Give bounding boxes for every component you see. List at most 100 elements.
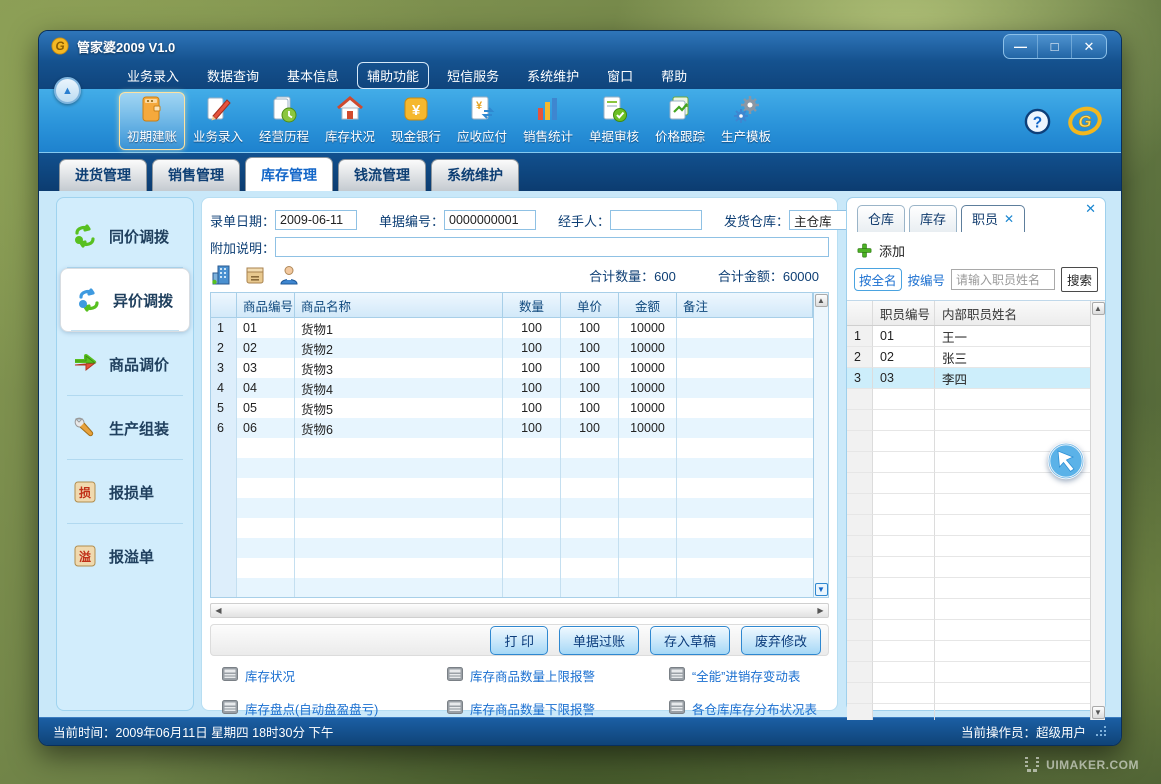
side-same-price-transfer[interactable]: 同价调拨 xyxy=(57,204,193,268)
tool-stock-status[interactable]: 库存状况 xyxy=(317,92,383,150)
tab-sales[interactable]: 销售管理 xyxy=(152,159,240,191)
row-number xyxy=(211,558,237,578)
cell: 01 xyxy=(873,326,935,347)
employee-row xyxy=(847,704,1090,720)
search-by-name-button[interactable]: 按全名 xyxy=(854,268,902,291)
side-overflow-report[interactable]: 溢报溢单 xyxy=(57,524,193,588)
tab-inventory[interactable]: 库存管理 xyxy=(245,157,333,191)
scroll-down-icon[interactable]: ▼ xyxy=(815,583,828,596)
brand-logo-icon: G xyxy=(1067,106,1103,136)
employee-search-input[interactable] xyxy=(951,269,1055,290)
tool-initial-setup[interactable]: 初期建账 xyxy=(119,92,185,150)
menu-business-entry[interactable]: 业务录入 xyxy=(117,62,189,89)
table-row[interactable]: 404货物410010010000 xyxy=(211,378,813,398)
tool-business-entry[interactable]: 业务录入 xyxy=(185,92,251,150)
link-lower-limit-alert[interactable]: 库存商品数量下限报警 xyxy=(447,699,669,718)
resize-grip-icon[interactable] xyxy=(1096,726,1107,737)
employee-row[interactable]: 303李四 xyxy=(847,368,1090,389)
tool-history[interactable]: 经营历程 xyxy=(251,92,317,150)
tab-purchase[interactable]: 进货管理 xyxy=(59,159,147,191)
cell: 05 xyxy=(237,398,295,418)
employee-row[interactable]: 202张三 xyxy=(847,347,1090,368)
column-header: 内部职员姓名 xyxy=(935,301,1090,325)
handler-field[interactable] xyxy=(610,210,702,230)
close-button[interactable]: ✕ xyxy=(1072,35,1106,58)
tab-maintain[interactable]: 系统维护 xyxy=(431,159,519,191)
cell xyxy=(561,438,619,458)
side-assembly[interactable]: 生产组装 xyxy=(57,396,193,460)
post-document-button[interactable]: 单据过账 xyxy=(559,626,639,655)
table-row[interactable]: 101货物110010010000 xyxy=(211,318,813,338)
tool-sales-stats[interactable]: 销售统计 xyxy=(515,92,581,150)
current-operator: 当前操作员：超级用户 xyxy=(961,722,1086,741)
menu-auxiliary[interactable]: 辅助功能 xyxy=(357,62,429,89)
menu-sms-service[interactable]: 短信服务 xyxy=(437,62,509,89)
scroll-left-icon[interactable]: ◀ xyxy=(212,606,225,615)
tool-doc-audit[interactable]: 单据审核 xyxy=(581,92,647,150)
tab-cashflow[interactable]: 钱流管理 xyxy=(338,159,426,191)
link-upper-limit-alert[interactable]: 库存商品数量上限报警 xyxy=(447,666,669,685)
discard-changes-button[interactable]: 废弃修改 xyxy=(741,626,821,655)
note-input[interactable] xyxy=(275,237,829,257)
scroll-down-icon[interactable]: ▼ xyxy=(1092,706,1105,719)
minimize-button[interactable]: — xyxy=(1004,35,1038,58)
cell xyxy=(873,494,935,515)
menu-basic-info[interactable]: 基本信息 xyxy=(277,62,349,89)
tool-cash-bank[interactable]: ¥现金银行 xyxy=(383,92,449,150)
side-diff-price-transfer[interactable]: 异价调拨 xyxy=(60,268,190,332)
side-price-adjust[interactable]: 商品调价 xyxy=(57,332,193,396)
items-table-vscrollbar[interactable]: ▲ ▼ xyxy=(813,293,828,597)
scroll-up-icon[interactable]: ▲ xyxy=(815,294,828,307)
menu-data-query[interactable]: 数据查询 xyxy=(197,62,269,89)
scroll-right-icon[interactable]: ▶ xyxy=(814,606,827,615)
collapse-toolbar-button[interactable]: ▲ xyxy=(54,77,81,104)
cell xyxy=(561,458,619,478)
row-number xyxy=(847,662,873,683)
cell xyxy=(295,498,503,518)
link-stock-status[interactable]: 库存状况 xyxy=(222,666,447,685)
table-row[interactable]: 202货物210010010000 xyxy=(211,338,813,358)
link-almighty-change-report[interactable]: “全能”进销存变动表 xyxy=(669,666,829,685)
link-stocktake[interactable]: 库存盘点(自动盘盈盘亏) xyxy=(222,699,447,718)
table-row[interactable]: 606货物610010010000 xyxy=(211,418,813,438)
help-icon[interactable]: ? xyxy=(1024,108,1051,135)
tab-close-icon[interactable]: ✕ xyxy=(1004,212,1014,226)
tool-price-track[interactable]: 价格跟踪 xyxy=(647,92,713,150)
side-loss-report[interactable]: 损报损单 xyxy=(57,460,193,524)
tool-receivable-payable[interactable]: ¥应收应付 xyxy=(449,92,515,150)
cell xyxy=(677,318,813,338)
menu-system-maintain[interactable]: 系统维护 xyxy=(517,62,589,89)
employee-table-vscrollbar[interactable]: ▲ ▼ xyxy=(1090,301,1105,720)
rp-tab-stock[interactable]: 库存 xyxy=(909,205,957,232)
doc-number-field[interactable] xyxy=(444,210,536,230)
cell xyxy=(503,498,561,518)
scroll-up-icon[interactable]: ▲ xyxy=(1092,302,1105,315)
table-row[interactable]: 303货物310010010000 xyxy=(211,358,813,378)
app-window: G 管家婆2009 V1.0 — □ ✕ 业务录入数据查询基本信息辅助功能短信服… xyxy=(38,30,1122,746)
items-table-hscrollbar[interactable]: ◀ ▶ xyxy=(210,603,829,618)
save-draft-button[interactable]: 存入草稿 xyxy=(650,626,730,655)
employee-row xyxy=(847,683,1090,704)
person-icon[interactable] xyxy=(278,264,300,286)
search-by-code-button[interactable]: 按编号 xyxy=(908,270,946,289)
rp-tab-warehouse[interactable]: 仓库 xyxy=(857,205,905,232)
package-icon[interactable] xyxy=(244,264,266,286)
menu-window[interactable]: 窗口 xyxy=(597,62,643,89)
table-row[interactable]: 505货物510010010000 xyxy=(211,398,813,418)
employee-row[interactable]: 101王一 xyxy=(847,326,1090,347)
cell: 100 xyxy=(503,338,561,358)
cell: 06 xyxy=(237,418,295,438)
search-button[interactable]: 搜索 xyxy=(1061,267,1098,292)
cell xyxy=(619,538,677,558)
tool-production-template[interactable]: 生产模板 xyxy=(713,92,779,150)
link-warehouse-distribution[interactable]: 各仓库库存分布状况表 xyxy=(669,699,829,718)
print-button[interactable]: 打 印 xyxy=(490,626,548,655)
menu-help[interactable]: 帮助 xyxy=(651,62,697,89)
maximize-button[interactable]: □ xyxy=(1038,35,1072,58)
entry-date-field[interactable] xyxy=(275,210,357,230)
rp-tab-employee[interactable]: 职员✕ xyxy=(961,205,1025,232)
tool-doc-audit-label: 单据审核 xyxy=(589,126,639,145)
cell xyxy=(873,389,935,410)
add-row[interactable]: 添加 xyxy=(847,232,1105,267)
building-icon[interactable] xyxy=(210,264,232,286)
